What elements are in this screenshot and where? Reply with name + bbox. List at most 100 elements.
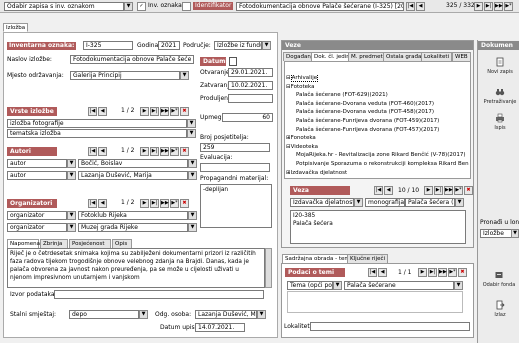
type-item-1[interactable]: izložba fotografije [7, 119, 187, 128]
authors-delete-button[interactable]: ✖ [180, 147, 189, 156]
org-delete-button[interactable]: ✖ [180, 199, 189, 208]
tree-item[interactable]: ⊟Fototeka [286, 84, 314, 91]
type-next-button[interactable]: ▶ [140, 107, 149, 116]
close-date-field[interactable]: 10.02.2021. [228, 81, 273, 90]
author-role-1[interactable]: autor [7, 159, 67, 168]
topic-prev-button[interactable]: ◀ [378, 268, 387, 277]
prev-record-button[interactable]: ◀ [416, 2, 425, 11]
author-role-2[interactable]: autor [7, 171, 67, 180]
print-button[interactable]: Ispis [481, 113, 519, 131]
select-fund-button[interactable]: Odabir fonda [479, 270, 519, 288]
author-name-1-arrow[interactable]: ▼ [188, 159, 197, 168]
source-field[interactable] [54, 290, 264, 299]
tree-item[interactable]: Palača šećerane (FOT-629)(2021) [296, 92, 388, 99]
org-name-1[interactable]: Fotoklub Rijeka [78, 211, 188, 220]
exit-button[interactable]: Izlaz [481, 300, 519, 318]
search-button[interactable]: Pretraživanje [481, 87, 519, 105]
topic-next-button[interactable]: ▶ [418, 268, 427, 277]
authors-prev-button[interactable]: ◀ [98, 147, 107, 156]
authors-first-button[interactable]: |◀ [88, 147, 97, 156]
link-next-button[interactable]: ▶ [424, 186, 433, 195]
tree-item[interactable]: ⊞Fonoteka [286, 135, 316, 142]
visitors-field[interactable]: 259 [200, 143, 270, 152]
tree-item[interactable]: Palača šećerane-Dvorana veduta (FOT-458)… [296, 109, 434, 116]
tab-napomena[interactable]: Napomena [7, 239, 40, 248]
org-name-2[interactable]: Muzej grada Rijeke [78, 223, 188, 232]
record-select-arrow[interactable]: ▼ [124, 2, 133, 11]
tab-ostala-grada[interactable]: Ostala građa [383, 52, 425, 61]
topic-column-2[interactable]: Palača šećerane [344, 281, 454, 290]
tree-item[interactable]: ⊟Videoteka [286, 144, 318, 151]
next-page-button[interactable]: ▶| [484, 2, 493, 11]
topic-next2-button[interactable]: ▶| [428, 268, 437, 277]
topic-new-button[interactable]: ▶* [448, 268, 457, 277]
promo-field[interactable]: -deplijan [200, 184, 272, 228]
tab-sadrzajna-obrada[interactable]: Sadržajna obrada - teme [282, 254, 357, 263]
tab-posjecenost[interactable]: Posjećenost [69, 239, 111, 248]
tree-expand-icon[interactable]: ⊟ [286, 75, 291, 81]
record-select-dropdown[interactable]: Odabir zapisa s inv. oznakom [4, 2, 124, 11]
tab-opis[interactable]: Opis [112, 239, 132, 248]
author-role-1-arrow[interactable]: ▼ [67, 159, 76, 168]
find-in-arrow[interactable]: ▼ [511, 229, 519, 238]
tab-zbrinja[interactable]: Zbrinja [40, 239, 68, 248]
title-field[interactable]: Fotodokumentacija obnove Palače šeće [70, 55, 194, 64]
tree-item[interactable]: Palača šećerane-Dvorana veduta (FOT-460)… [296, 101, 434, 108]
tab-web[interactable]: WEB [452, 52, 471, 61]
inv-oznaka-checkbox[interactable]: ✓ [137, 2, 146, 11]
org-last-button[interactable]: ▶▶ [160, 199, 169, 208]
find-in-field[interactable]: Izložbe [480, 229, 512, 238]
responsible-field[interactable]: Lazanja Dušević, M [195, 310, 257, 319]
type-new-button[interactable]: ▶* [170, 107, 179, 116]
link-next2-button[interactable]: ▶| [434, 186, 443, 195]
authors-new-button[interactable]: ▶* [170, 147, 179, 156]
responsible-dropdown-arrow[interactable]: ▼ [257, 310, 266, 319]
authors-next-button[interactable]: ▶ [140, 147, 149, 156]
eval-field[interactable] [200, 163, 270, 172]
tab-m-predmeti[interactable]: M. predmeti [348, 52, 388, 61]
tree-item[interactable]: ⊞Izdavačka djelatnost [286, 170, 347, 177]
type-next2-button[interactable]: ▶| [150, 107, 159, 116]
new-record-button[interactable]: Novi zapis [481, 57, 519, 75]
tree-item[interactable]: MojaRijeka.hr - Revitalizacija zone Rika… [296, 152, 466, 159]
state-dropdown-arrow[interactable]: ▼ [139, 310, 148, 319]
author-name-1[interactable]: Bočić, Boislav [78, 159, 188, 168]
state-field[interactable]: depo [69, 310, 139, 319]
author-role-2-arrow[interactable]: ▼ [67, 171, 76, 180]
authors-next2-button[interactable]: ▶| [150, 147, 159, 156]
org-next-button[interactable]: ▶ [140, 199, 149, 208]
org-role-2-arrow[interactable]: ▼ [67, 223, 76, 232]
subarea-field[interactable]: Izložbe iz fundusa [214, 41, 262, 50]
calendar-icon[interactable] [229, 57, 237, 66]
org-role-1-arrow[interactable]: ▼ [67, 211, 76, 220]
venue-field[interactable]: Galerija Principij [70, 71, 180, 80]
next-record-button[interactable]: ▶ [474, 2, 483, 11]
authors-last-button[interactable]: ▶▶ [160, 147, 169, 156]
org-first-button[interactable]: |◀ [88, 199, 97, 208]
topic-first-button[interactable]: |◀ [368, 268, 377, 277]
link-last-button[interactable]: ▶▶ [444, 186, 453, 195]
type-item-1-arrow[interactable]: ▼ [187, 119, 196, 128]
entry-field[interactable]: 60 [222, 113, 273, 122]
type-prev-button[interactable]: ◀ [98, 107, 107, 116]
type-delete-button[interactable]: ✖ [180, 107, 189, 116]
year-field[interactable]: 2021 [158, 41, 180, 50]
tree-item[interactable]: Palača šećerane-Funrijeva dvorana (FOT-4… [296, 118, 439, 125]
org-next2-button[interactable]: ▶| [150, 199, 159, 208]
tree-item[interactable]: ⊟Arhivalije [286, 75, 319, 82]
link-type-arrow[interactable]: ▼ [354, 198, 363, 207]
identifikator-value[interactable]: Fotodokumentacija obnove Palače šećerane… [236, 2, 404, 11]
org-name-1-arrow[interactable]: ▼ [188, 211, 197, 220]
topic-column-1-arrow[interactable]: ▼ [333, 281, 342, 290]
topic-delete-button[interactable]: ✖ [458, 268, 467, 277]
link-description[interactable]: I20-385 Palača šećera [290, 210, 466, 244]
open-date-field[interactable]: 29.01.2021. [228, 68, 273, 77]
inv-field[interactable]: I-325 [83, 41, 133, 50]
identifikator-checkbox[interactable] [182, 2, 191, 11]
type-item-2-arrow[interactable]: ▼ [187, 129, 196, 138]
localities-field[interactable] [310, 322, 470, 331]
org-prev-button[interactable]: ◀ [98, 199, 107, 208]
type-item-2[interactable]: tematska izložba [7, 129, 187, 138]
date-entry-field[interactable]: 14.07.2021. [195, 323, 245, 332]
org-role-1[interactable]: organizator [7, 211, 67, 220]
